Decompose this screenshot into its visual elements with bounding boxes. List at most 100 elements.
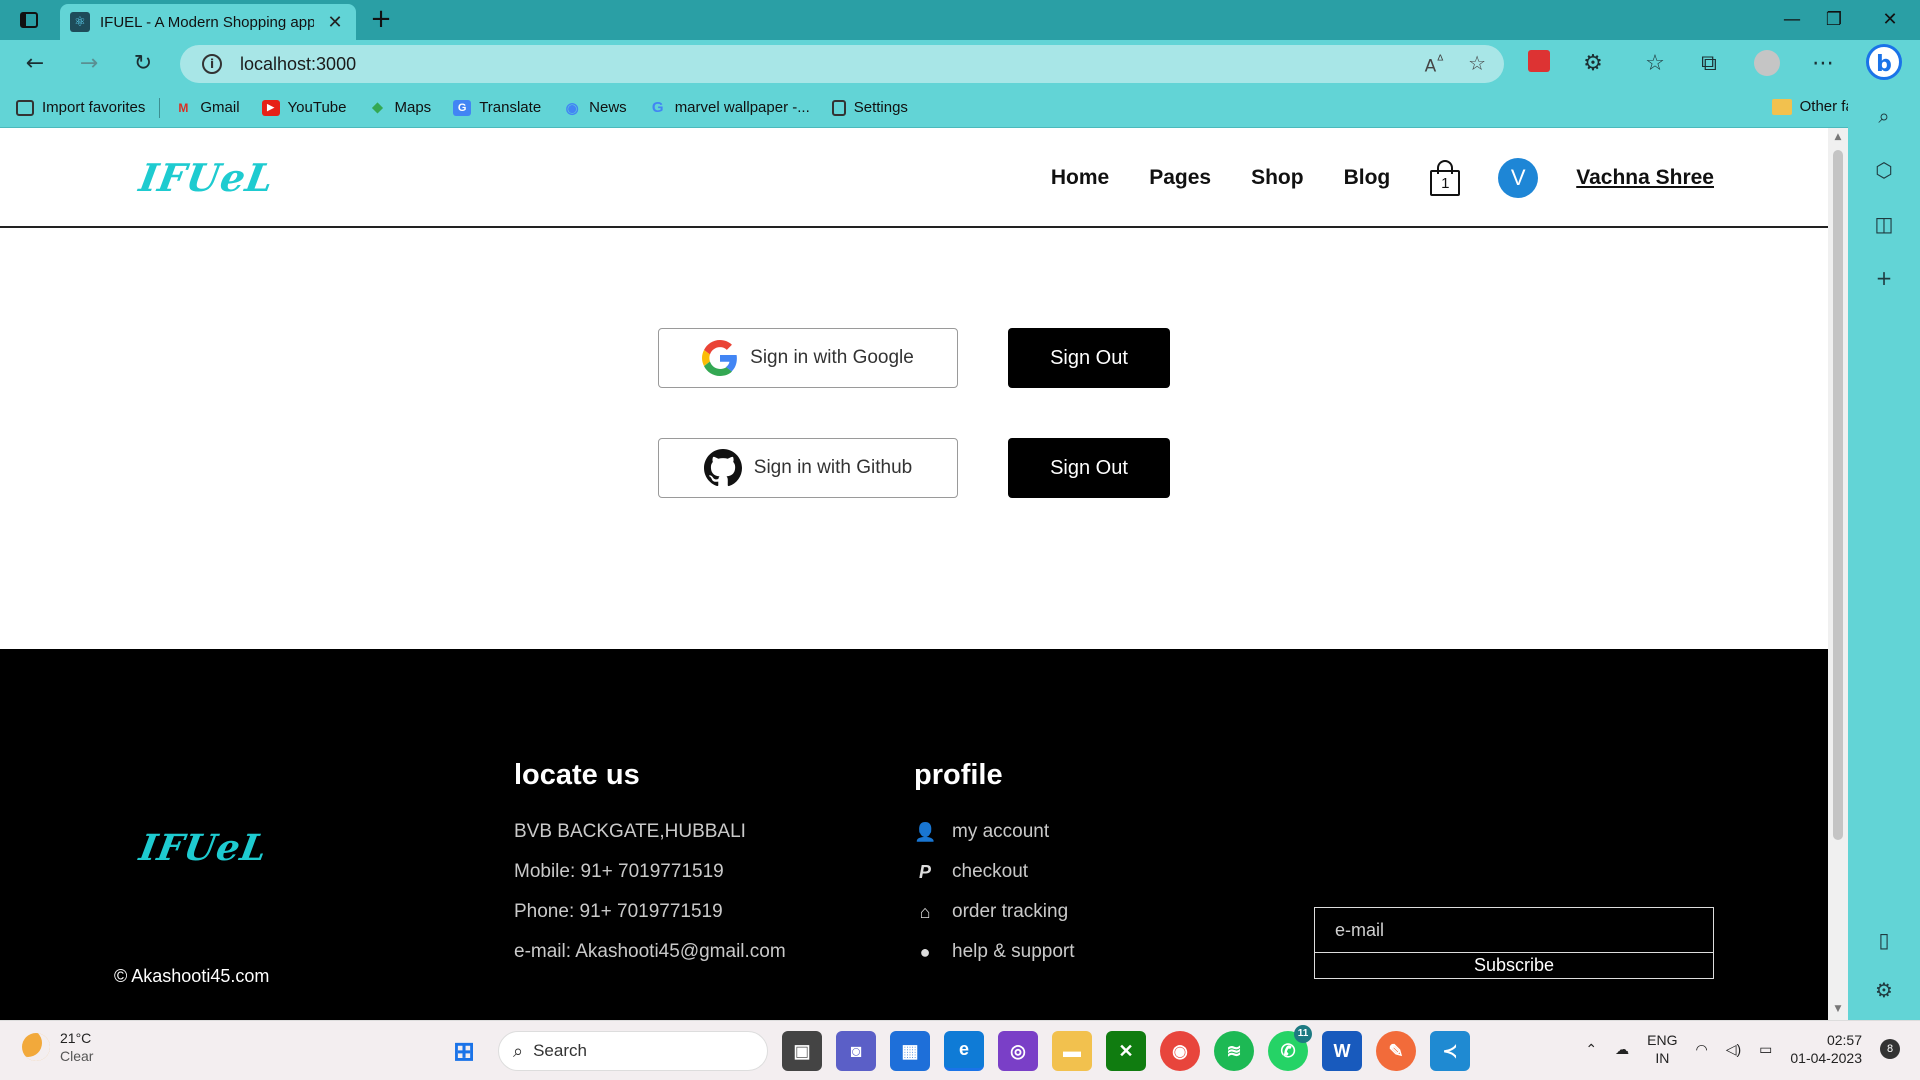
add-sidebar-app-icon[interactable]: + [1870,264,1898,292]
chevron-up-icon[interactable]: ⌃ [1585,1041,1597,1058]
favorite-youtube[interactable]: ▶ YouTube [261,99,347,116]
address-bar[interactable]: i localhost:3000 Aᐞ ☆ [180,45,1504,83]
settings-gear-icon[interactable]: ⚙ [1870,976,1898,1004]
more-options-icon[interactable]: ⋯ [1808,50,1838,78]
volume-icon[interactable]: ◁) [1726,1041,1741,1058]
profile-link-help-support[interactable]: ● help & support [914,932,1075,972]
profile-link-checkout[interactable]: P checkout [914,852,1075,892]
nav-blog[interactable]: Blog [1344,166,1391,190]
email-subscribe-input[interactable] [1314,907,1714,953]
github-signin-button[interactable]: Sign in with Github [658,438,958,498]
chrome-icon[interactable]: ◉ [1160,1031,1200,1071]
close-tab-icon[interactable]: ✕ [324,12,346,33]
task-view-icon[interactable]: ▣ [782,1031,822,1071]
news-icon: ◉ [565,99,579,117]
taskbar-search[interactable]: ⌕ Search [498,1031,768,1071]
add-favorite-icon[interactable]: ☆ [1468,51,1486,75]
restore-button[interactable]: ❐ [1814,6,1854,34]
onedrive-icon[interactable]: ☁ [1615,1041,1629,1058]
favorites-icon[interactable]: ☆ [1640,50,1670,78]
profile-link-label: help & support [952,941,1075,962]
app-purple-icon[interactable]: ◎ [998,1031,1038,1071]
favorite-marvel[interactable]: G marvel wallpaper -... [649,99,810,116]
wifi-icon[interactable]: ◠ [1695,1041,1707,1058]
new-tab-button[interactable]: + [366,4,396,34]
footer-logo[interactable]: IFUeL [136,827,270,869]
translate-icon: G [453,99,472,116]
search-icon[interactable]: ⌕ [1870,102,1898,130]
copyright-text: © Akashooti45.com [114,966,270,986]
favorite-gmail[interactable]: M Gmail [174,99,239,116]
favorite-import[interactable]: Import favorites [16,99,145,116]
edge-icon[interactable]: e [944,1031,984,1071]
tab-title: IFUEL - A Modern Shopping app [100,13,314,31]
collections-icon[interactable]: ⧉ [1694,50,1724,78]
nav-pages[interactable]: Pages [1149,166,1211,190]
favorites-divider [159,97,161,118]
favorite-label: News [589,99,627,116]
google-signin-button[interactable]: Sign in with Google [658,328,958,388]
scroll-down-icon[interactable]: ▼ [1832,1004,1844,1014]
favorite-maps[interactable]: ⬥ Maps [369,99,431,116]
favorite-news[interactable]: ◉ News [563,99,627,117]
forward-icon[interactable]: → [74,50,104,78]
subscribe-button[interactable]: Subscribe [1314,953,1714,979]
spotify-icon[interactable]: ≋ [1214,1031,1254,1071]
back-icon[interactable]: ← [20,50,50,78]
clock-time: 02:57 [1826,1032,1862,1048]
notification-count[interactable]: 8 [1880,1039,1900,1059]
active-tab[interactable]: ⚛ IFUEL - A Modern Shopping app ✕ [60,4,356,40]
scroll-thumb[interactable] [1833,150,1843,840]
clock[interactable]: 02:57 01-04-2023 [1790,1031,1862,1067]
cart-button[interactable]: 1 [1430,160,1461,196]
extensions-icon[interactable]: ⚙ [1578,50,1608,78]
browser-tab-bar: ⚛ IFUEL - A Modern Shopping app ✕ + — ❐ … [0,0,1920,40]
vscode-icon[interactable]: ≺ [1430,1031,1470,1071]
gmail-icon: M [178,100,189,115]
shopping-icon[interactable]: ⬡ [1870,156,1898,184]
google-icon [702,340,738,376]
minimize-button[interactable]: — [1772,6,1812,34]
avatar[interactable]: V [1498,158,1539,198]
profile-link-label: checkout [952,861,1029,882]
favorite-settings[interactable]: Settings [831,99,908,116]
username-link[interactable]: Vachna Shree [1576,166,1714,190]
close-window-button[interactable]: ✕ [1870,6,1910,34]
email-text: e-mail: Akashooti45@gmail.com [514,941,786,962]
word-icon[interactable]: W [1322,1031,1362,1071]
site-footer: IFUeL locate us BVB BACKGATE,HUBBALI Mob… [0,649,1828,1020]
page-scrollbar[interactable]: ▲ ▼ [1828,128,1848,1020]
outlook-icon[interactable]: ◫ [1870,210,1898,238]
whatsapp-icon[interactable]: ✆ 11 [1268,1025,1312,1071]
profile-link-my-account[interactable]: 👤 my account [914,812,1075,852]
postman-icon[interactable]: ✎ [1376,1031,1416,1071]
scroll-up-icon[interactable]: ▲ [1832,132,1844,142]
teams-chat-icon[interactable]: ◙ [836,1031,876,1071]
tab-actions-button[interactable] [14,8,44,32]
google-signout-button[interactable]: Sign Out [1008,328,1170,388]
weather-widget[interactable]: 21°C Clear [22,1029,93,1065]
phone-text: Phone: 91+ 7019771519 [514,901,723,922]
battery-icon[interactable]: ▭ [1759,1041,1772,1058]
language-indicator[interactable]: ENG IN [1647,1031,1677,1067]
favorite-translate[interactable]: G Translate [453,99,541,116]
nav-shop[interactable]: Shop [1251,166,1304,190]
refresh-icon[interactable]: ↻ [128,50,158,78]
site-logo[interactable]: IFUeL [136,155,278,200]
site-info-icon[interactable]: i [202,54,222,74]
favorite-label: Import favorites [42,99,146,116]
file-explorer-icon[interactable]: ▬ [1052,1031,1092,1071]
github-signout-button[interactable]: Sign Out [1008,438,1170,498]
mobile-text: Mobile: 91+ 7019771519 [514,861,724,882]
profile-icon[interactable] [1752,50,1782,78]
moon-icon [22,1033,50,1061]
windows-start-icon[interactable]: ⊞ [444,1031,484,1071]
bing-chat-icon[interactable]: b [1866,44,1902,80]
hide-sidebar-icon[interactable]: ▯ [1870,926,1898,954]
extension-red-icon[interactable] [1524,50,1554,78]
read-aloud-icon[interactable]: Aᐞ [1425,53,1444,77]
microsoft-store-icon[interactable]: ▦ [890,1031,930,1071]
profile-link-order-tracking[interactable]: ⌂ order tracking [914,892,1075,932]
xbox-icon[interactable]: ✕ [1106,1031,1146,1071]
nav-home[interactable]: Home [1051,166,1109,190]
